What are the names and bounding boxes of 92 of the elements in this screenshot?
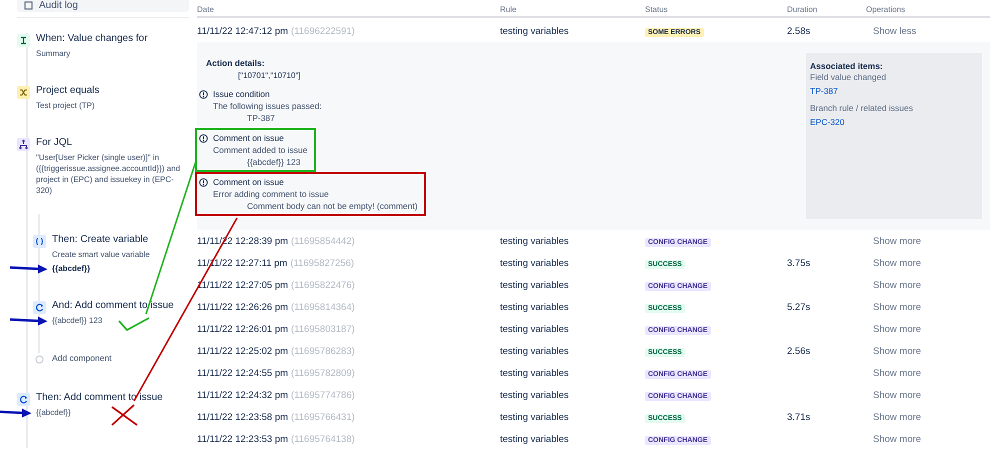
execution-id: (11695814364) <box>291 302 355 312</box>
show-toggle-link[interactable]: Show more <box>873 368 922 378</box>
show-toggle-link[interactable]: Show more <box>873 346 922 356</box>
details-value: ["10701","10710"] <box>238 71 301 80</box>
show-toggle-link[interactable]: Show more <box>873 236 922 246</box>
add-component-link[interactable]: Add component <box>52 352 112 364</box>
show-toggle-link[interactable]: Show less <box>873 26 916 36</box>
step-value: {{abcdef}} 123 <box>52 315 102 326</box>
column-header: Status <box>645 4 669 14</box>
rule-name: testing variables <box>500 434 569 444</box>
rule-name: testing variables <box>500 258 569 268</box>
show-toggle-link[interactable]: Show more <box>873 434 922 444</box>
duration-text: 5.27s <box>787 302 810 312</box>
rule-name: testing variables <box>500 236 569 246</box>
entry-description: Error adding comment to issue <box>213 189 330 199</box>
step-description: Summary <box>36 48 72 59</box>
step-title: Then: Create variable <box>52 234 150 246</box>
info-icon <box>199 178 208 186</box>
rule-name: testing variables <box>500 346 569 356</box>
execution-id: (11695766431) <box>291 412 355 422</box>
entry-value: TP-387 <box>247 113 276 123</box>
show-toggle-link[interactable]: Show more <box>873 412 922 422</box>
show-toggle-link[interactable]: Show more <box>873 324 922 334</box>
execution-id: (11695764138) <box>291 434 355 444</box>
step-value: {{abcdef}} <box>52 263 90 274</box>
step-value: {{abcdef}} <box>36 407 71 418</box>
step-title: For JQL <box>36 137 74 149</box>
trigger-icon <box>17 34 30 47</box>
column-header: Date <box>197 4 215 14</box>
date-text: 11/11/22 12:25:02 pm <box>197 346 288 356</box>
shuffle-icon <box>17 86 30 99</box>
step-title: And: Add comment to issue <box>52 300 174 312</box>
info-icon <box>199 134 208 142</box>
entry-value: {{abcdef}} 123 <box>247 157 302 167</box>
duration-text: 2.56s <box>787 346 810 356</box>
rule-name: testing variables <box>500 412 569 422</box>
date-text: 11/11/22 12:24:32 pm <box>197 390 288 400</box>
execution-id: (11695827256) <box>290 258 354 268</box>
execution-id: (11696222591) <box>291 26 355 36</box>
execution-id: (11695803187) <box>291 324 355 334</box>
sidebar-item-label: Audit log <box>39 0 78 10</box>
refresh-icon <box>17 393 30 406</box>
rule-name: testing variables <box>500 280 569 290</box>
entry-title: Comment on issue <box>213 177 284 187</box>
execution-id: (11695786283) <box>291 346 355 356</box>
duration-text: 2.58s <box>787 26 810 36</box>
page-icon <box>24 1 33 10</box>
date-text: 11/11/22 12:23:58 pm <box>197 412 288 422</box>
step-title: Project equals <box>36 85 100 97</box>
execution-id: (11695854442) <box>291 236 355 246</box>
date-text: 11/11/22 12:23:53 pm <box>197 434 288 444</box>
date-text: 11/11/22 12:26:26 pm <box>197 302 288 312</box>
date-text: 11/11/22 12:26:01 pm <box>197 324 288 334</box>
entry-title: Comment on issue <box>213 133 284 143</box>
show-toggle-link[interactable]: Show more <box>873 302 922 312</box>
branch-icon <box>17 138 30 151</box>
issue-link[interactable]: EPC-320 <box>810 117 844 127</box>
entry-title: Issue condition <box>213 89 270 99</box>
entry-value: Comment body can not be empty! (comment) <box>247 201 418 211</box>
duration-text: 3.75s <box>787 258 810 268</box>
step-description: "User[User Picker (single user)]" in ({{triggerissue.assignee.accountId}}) and project in (EPC) and issuekey in (EPC-320) <box>36 152 182 196</box>
execution-id: (11695782809) <box>291 368 355 378</box>
execution-id: (11695822476) <box>291 280 355 290</box>
rule-name: testing variables <box>500 26 569 36</box>
execution-id: (11695774786) <box>291 390 355 400</box>
show-toggle-link[interactable]: Show more <box>873 280 922 290</box>
entry-description: Comment added to issue <box>213 145 308 155</box>
braces-icon <box>33 235 46 248</box>
column-header: Duration <box>787 4 818 14</box>
step-title: When: Value changes for <box>36 33 148 45</box>
show-toggle-link[interactable]: Show more <box>873 258 922 268</box>
entry-description: The following issues passed: <box>213 101 322 111</box>
duration-text: 3.71s <box>787 412 810 422</box>
associated-items-heading: Associated items: <box>810 61 883 71</box>
column-header: Rule <box>500 4 518 14</box>
rule-name: testing variables <box>500 302 569 312</box>
step-description: Test project (TP) <box>36 100 96 111</box>
show-toggle-link[interactable]: Show more <box>873 390 922 400</box>
sidebar-item[interactable]: Audit log <box>17 0 189 12</box>
refresh-icon <box>33 301 46 314</box>
rule-name: testing variables <box>500 324 569 334</box>
column-header: Operations <box>866 4 906 14</box>
associated-label: Field value changed <box>810 72 886 82</box>
date-text: 11/11/22 12:47:12 pm <box>197 26 288 36</box>
issue-link[interactable]: TP-387 <box>810 86 838 96</box>
date-text: 11/11/22 12:24:55 pm <box>197 368 288 378</box>
rule-name: testing variables <box>500 390 569 400</box>
step-description: Create smart value variable <box>52 249 150 260</box>
info-icon <box>199 90 208 98</box>
associated-label: Branch rule / related issues <box>810 103 913 113</box>
details-heading: Action details: <box>206 58 265 68</box>
rule-name: testing variables <box>500 368 569 378</box>
